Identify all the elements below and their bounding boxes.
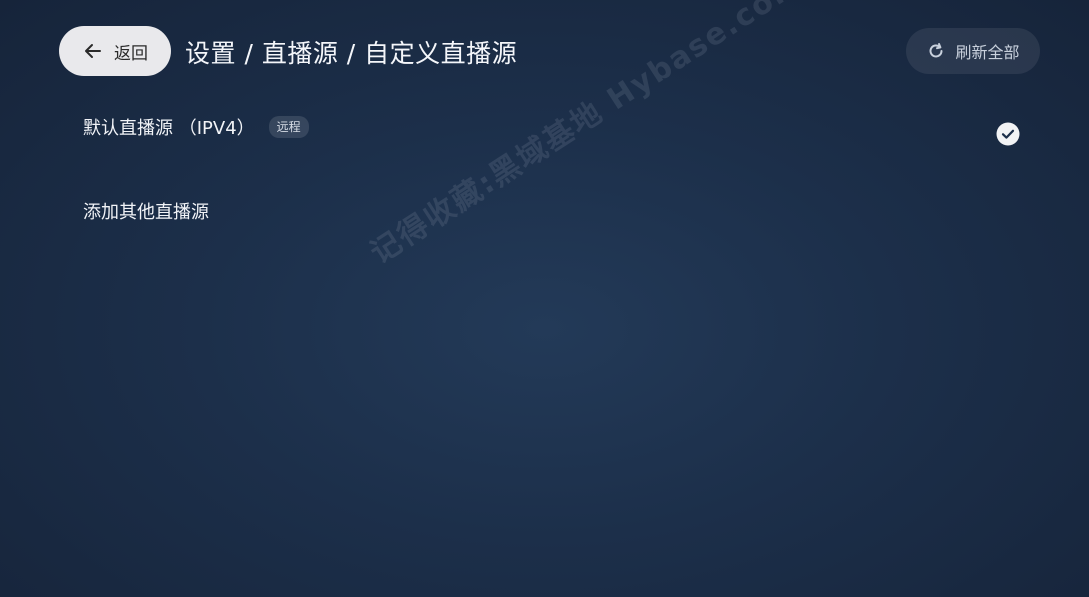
refresh-all-label: 刷新全部	[955, 43, 1020, 62]
refresh-icon	[926, 41, 946, 61]
refresh-all-button[interactable]: 刷新全部	[906, 28, 1040, 74]
check-circle-icon	[996, 122, 1020, 146]
arrow-left-icon	[82, 40, 104, 62]
back-button-label: 返回	[114, 43, 148, 64]
back-button[interactable]: 返回	[59, 26, 171, 76]
breadcrumb: 设置 / 直播源 / 自定义直播源	[185, 39, 518, 68]
source-name: 默认直播源 （IPV4）	[83, 118, 255, 139]
source-type-badge: 远程	[268, 116, 309, 138]
add-source-item[interactable]: 添加其他直播源	[60, 188, 1040, 234]
